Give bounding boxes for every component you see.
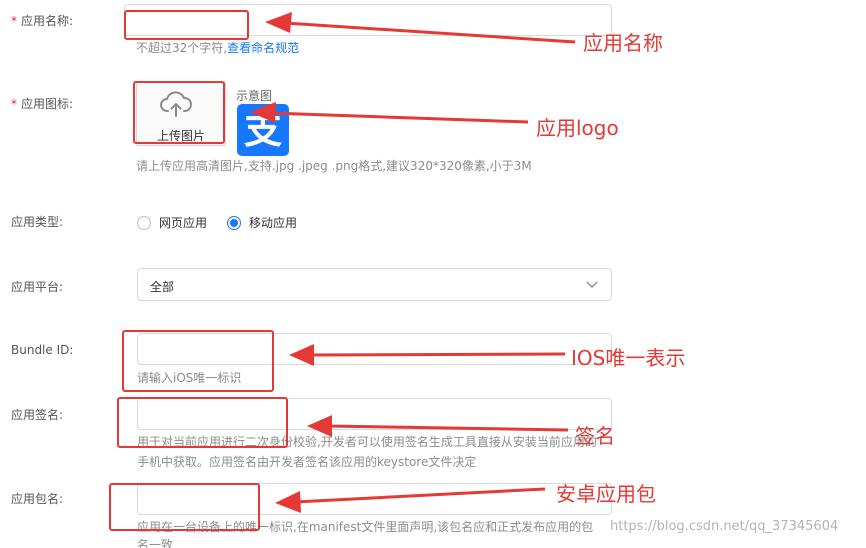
- watermark: https://blog.csdn.net/qq_37345604: [610, 519, 839, 534]
- annotation-android-package: 安卓应用包: [556, 482, 656, 506]
- annotation-arrows: [250, 12, 576, 513]
- arrow-head-logo: [250, 102, 276, 123]
- arrow-head-signature: [307, 415, 332, 437]
- annotation-ios-id: IOS唯一表示: [571, 346, 686, 370]
- annotation-app-name: 应用名称: [583, 31, 663, 55]
- annotation-signature: 签名: [575, 424, 615, 448]
- arrow-head-package: [275, 491, 301, 513]
- annotation-app-logo: 应用logo: [536, 116, 619, 140]
- arrow-head-bundle: [289, 344, 314, 366]
- arrow-head-app-name: [265, 12, 292, 33]
